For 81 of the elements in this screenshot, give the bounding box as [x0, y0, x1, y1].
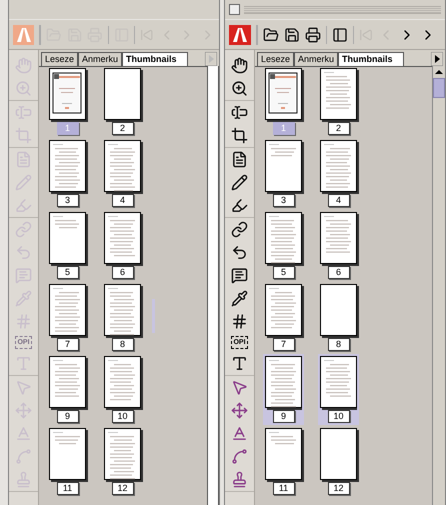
- page-thumbnail[interactable]: [320, 68, 357, 120]
- form-icon[interactable]: [231, 267, 248, 284]
- pointer-icon[interactable]: [231, 379, 248, 396]
- page-number[interactable]: 5: [272, 266, 294, 279]
- stamp-icon[interactable]: [231, 471, 248, 488]
- panel-tab[interactable]: Anmerku: [294, 52, 338, 66]
- panel-tab[interactable]: Leseze: [257, 52, 294, 66]
- panel-tab[interactable]: Thumbnails: [338, 52, 404, 66]
- page-number[interactable]: 4: [328, 194, 350, 207]
- page-thumbnail[interactable]: [265, 284, 302, 336]
- page-number[interactable]: 11: [56, 482, 78, 495]
- page-number[interactable]: 10: [112, 410, 134, 423]
- highlighted-page[interactable]: 9: [265, 356, 302, 423]
- path-select-icon[interactable]: [231, 448, 248, 465]
- page-number[interactable]: 6: [112, 266, 134, 279]
- page-thumbnail[interactable]: [49, 140, 86, 192]
- page-thumbnail[interactable]: [265, 428, 302, 480]
- crop-marks-icon[interactable]: [231, 313, 248, 330]
- page-thumbnail[interactable]: [265, 68, 302, 120]
- page-thumbnail[interactable]: [265, 212, 302, 264]
- page-number[interactable]: 12: [112, 482, 134, 495]
- page-number[interactable]: 7: [272, 338, 294, 351]
- page-number[interactable]: 7: [56, 338, 78, 351]
- page-number[interactable]: 3: [272, 194, 294, 207]
- page-thumbnail[interactable]: [320, 356, 357, 408]
- highlighted-page[interactable]: 10: [320, 356, 357, 423]
- panel-view-icon[interactable]: [332, 26, 348, 42]
- page-number[interactable]: 8: [328, 338, 350, 351]
- page-number[interactable]: 9: [56, 410, 78, 423]
- page-thumbnail[interactable]: [320, 212, 357, 264]
- app-logo-icon[interactable]: [229, 24, 251, 44]
- page-number[interactable]: 5: [56, 266, 78, 279]
- article-icon[interactable]: [231, 244, 248, 261]
- page-thumbnail[interactable]: [104, 356, 141, 408]
- page-number[interactable]: 3: [56, 194, 78, 207]
- page-thumbnail[interactable]: [104, 68, 141, 120]
- page-thumbnail[interactable]: [104, 212, 141, 264]
- page-thumbnail[interactable]: [104, 428, 141, 480]
- hand-icon[interactable]: [231, 57, 248, 74]
- page-thumbnail[interactable]: [265, 356, 302, 408]
- pencil-icon[interactable]: [231, 174, 248, 191]
- page-number[interactable]: 12: [328, 482, 350, 495]
- panel-tab[interactable]: Thumbnails: [122, 52, 188, 66]
- page-thumbnail[interactable]: [49, 68, 86, 120]
- scroll-marker: [152, 299, 155, 333]
- page-number[interactable]: 2: [112, 122, 134, 135]
- crop-icon[interactable]: [231, 127, 248, 144]
- scroll-thumb[interactable]: [433, 78, 445, 98]
- letter-a-icon[interactable]: [231, 425, 248, 442]
- page-thumbnail[interactable]: [320, 140, 357, 192]
- page-thumbnail[interactable]: [104, 284, 141, 336]
- window-control-icon[interactable]: [229, 4, 240, 15]
- zoom-icon[interactable]: [231, 80, 248, 97]
- page-thumbnail[interactable]: [49, 356, 86, 408]
- text-select-icon[interactable]: [231, 104, 248, 121]
- eyedropper-icon[interactable]: [231, 290, 248, 307]
- page-number[interactable]: 11: [272, 482, 294, 495]
- page-number[interactable]: 10: [328, 410, 350, 423]
- panel-tab[interactable]: Leseze: [41, 52, 78, 66]
- page-thumbnail[interactable]: [104, 140, 141, 192]
- print-icon[interactable]: [305, 26, 321, 42]
- page-thumbnail[interactable]: [49, 284, 86, 336]
- page-number[interactable]: 8: [112, 338, 134, 351]
- panel-tab[interactable]: Anmerku: [78, 52, 122, 66]
- page-thumbnail[interactable]: [49, 428, 86, 480]
- page-thumbnail[interactable]: [49, 212, 86, 264]
- open-folder-icon[interactable]: [263, 26, 279, 42]
- page-thumbnail[interactable]: [265, 140, 302, 192]
- link-icon[interactable]: [231, 221, 248, 238]
- highlighter-icon[interactable]: [231, 197, 248, 214]
- move-icon[interactable]: [231, 402, 248, 419]
- page-number[interactable]: 2: [328, 122, 350, 135]
- tab-scroll-arrow-icon[interactable]: [431, 52, 443, 66]
- page-number[interactable]: 6: [328, 266, 350, 279]
- note-icon[interactable]: [231, 151, 248, 168]
- save-icon[interactable]: [284, 26, 300, 42]
- page-number[interactable]: 9: [272, 410, 294, 423]
- page-thumbnail[interactable]: [320, 428, 357, 480]
- text-touchup-icon[interactable]: [231, 355, 248, 372]
- page-thumbnail[interactable]: [320, 284, 357, 336]
- page-number[interactable]: 4: [112, 194, 134, 207]
